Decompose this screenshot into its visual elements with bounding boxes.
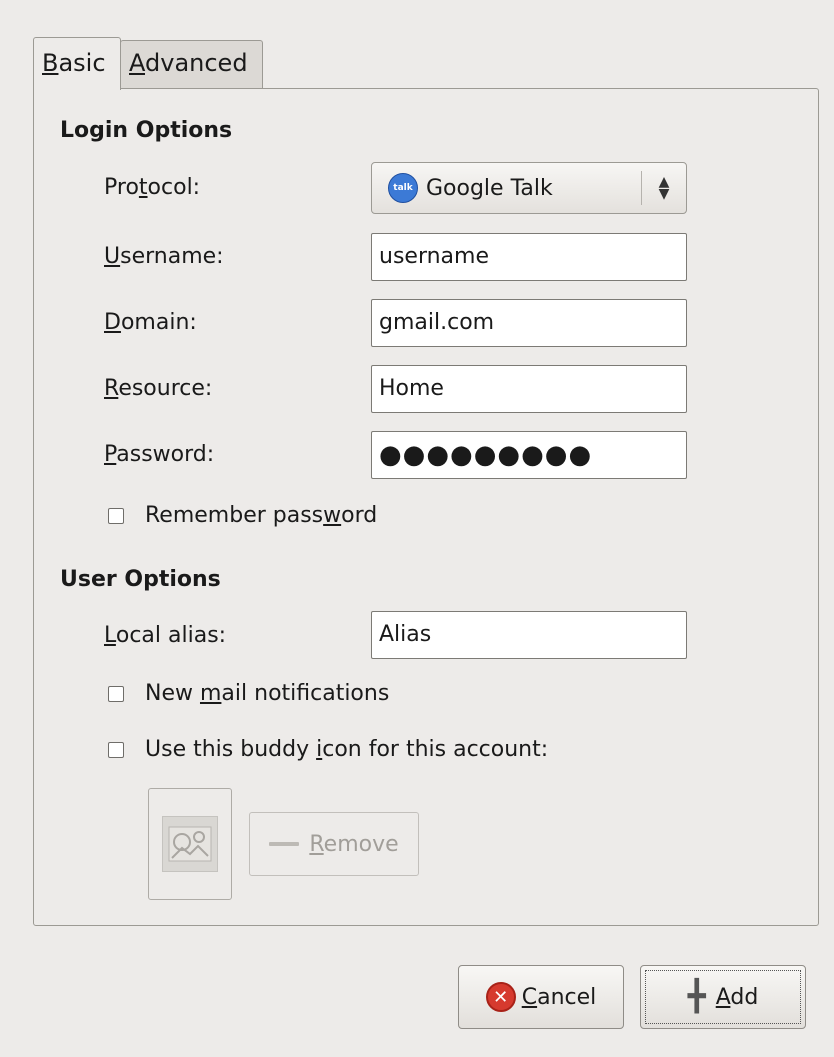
use-buddy-icon-label: Use this buddy icon for this account: xyxy=(145,737,549,762)
local-alias-input[interactable]: Alias xyxy=(371,611,687,659)
cancel-button-label: Cancel xyxy=(521,984,597,1010)
up-down-chevron-icon: ▲ ▼ xyxy=(658,174,670,202)
password-label: Password: xyxy=(104,442,215,467)
focus-ring xyxy=(645,970,801,1024)
local-alias-label: Local alias: xyxy=(104,623,227,648)
domain-label: Domain: xyxy=(104,310,197,335)
tab-basic-mnemonic: B xyxy=(42,49,59,77)
combo-separator xyxy=(641,171,642,205)
domain-input[interactable]: gmail.com xyxy=(371,299,687,347)
checkbox-box[interactable] xyxy=(108,741,124,758)
user-options-title: User Options xyxy=(60,567,221,592)
new-mail-notifications-label: New mail notifications xyxy=(145,681,390,706)
tab-basic-label: asic xyxy=(58,49,106,77)
add-button[interactable]: ╋ Add xyxy=(640,965,806,1029)
buddy-icon-button[interactable] xyxy=(148,788,232,900)
tab-advanced[interactable]: Advanced xyxy=(120,40,263,88)
protocol-combo[interactable]: talk Google Talk ▲ ▼ xyxy=(371,162,687,214)
tab-advanced-mnemonic: A xyxy=(129,49,145,77)
tab-basic[interactable]: Basic xyxy=(33,37,121,90)
resource-input[interactable]: Home xyxy=(371,365,687,413)
remember-password-label: Remember password xyxy=(145,503,378,528)
login-options-title: Login Options xyxy=(60,118,233,143)
remove-icon-button[interactable]: Remove xyxy=(249,812,419,876)
checkbox-box[interactable] xyxy=(108,685,124,702)
protocol-value: Google Talk xyxy=(426,175,553,201)
buddy-image-placeholder-icon xyxy=(162,816,218,872)
username-label: Username: xyxy=(104,244,224,269)
google-talk-icon: talk xyxy=(388,173,418,203)
remove-button-label: Remove xyxy=(309,831,399,857)
username-input[interactable]: username xyxy=(371,233,687,281)
use-buddy-icon-checkbox[interactable]: Use this buddy icon for this account: xyxy=(108,737,548,762)
cancel-button[interactable]: ✕ Cancel xyxy=(458,965,624,1029)
checkbox-box[interactable] xyxy=(108,507,124,524)
password-input[interactable]: ●●●●●●●●● xyxy=(371,431,687,479)
new-mail-notifications-checkbox[interactable]: New mail notifications xyxy=(108,681,389,706)
protocol-label: Protocol: xyxy=(104,175,201,200)
resource-label: Resource: xyxy=(104,376,213,401)
minus-icon xyxy=(269,842,300,846)
cancel-x-icon: ✕ xyxy=(485,982,516,1012)
tab-advanced-label: dvanced xyxy=(145,49,248,77)
remember-password-checkbox[interactable]: Remember password xyxy=(108,503,377,528)
